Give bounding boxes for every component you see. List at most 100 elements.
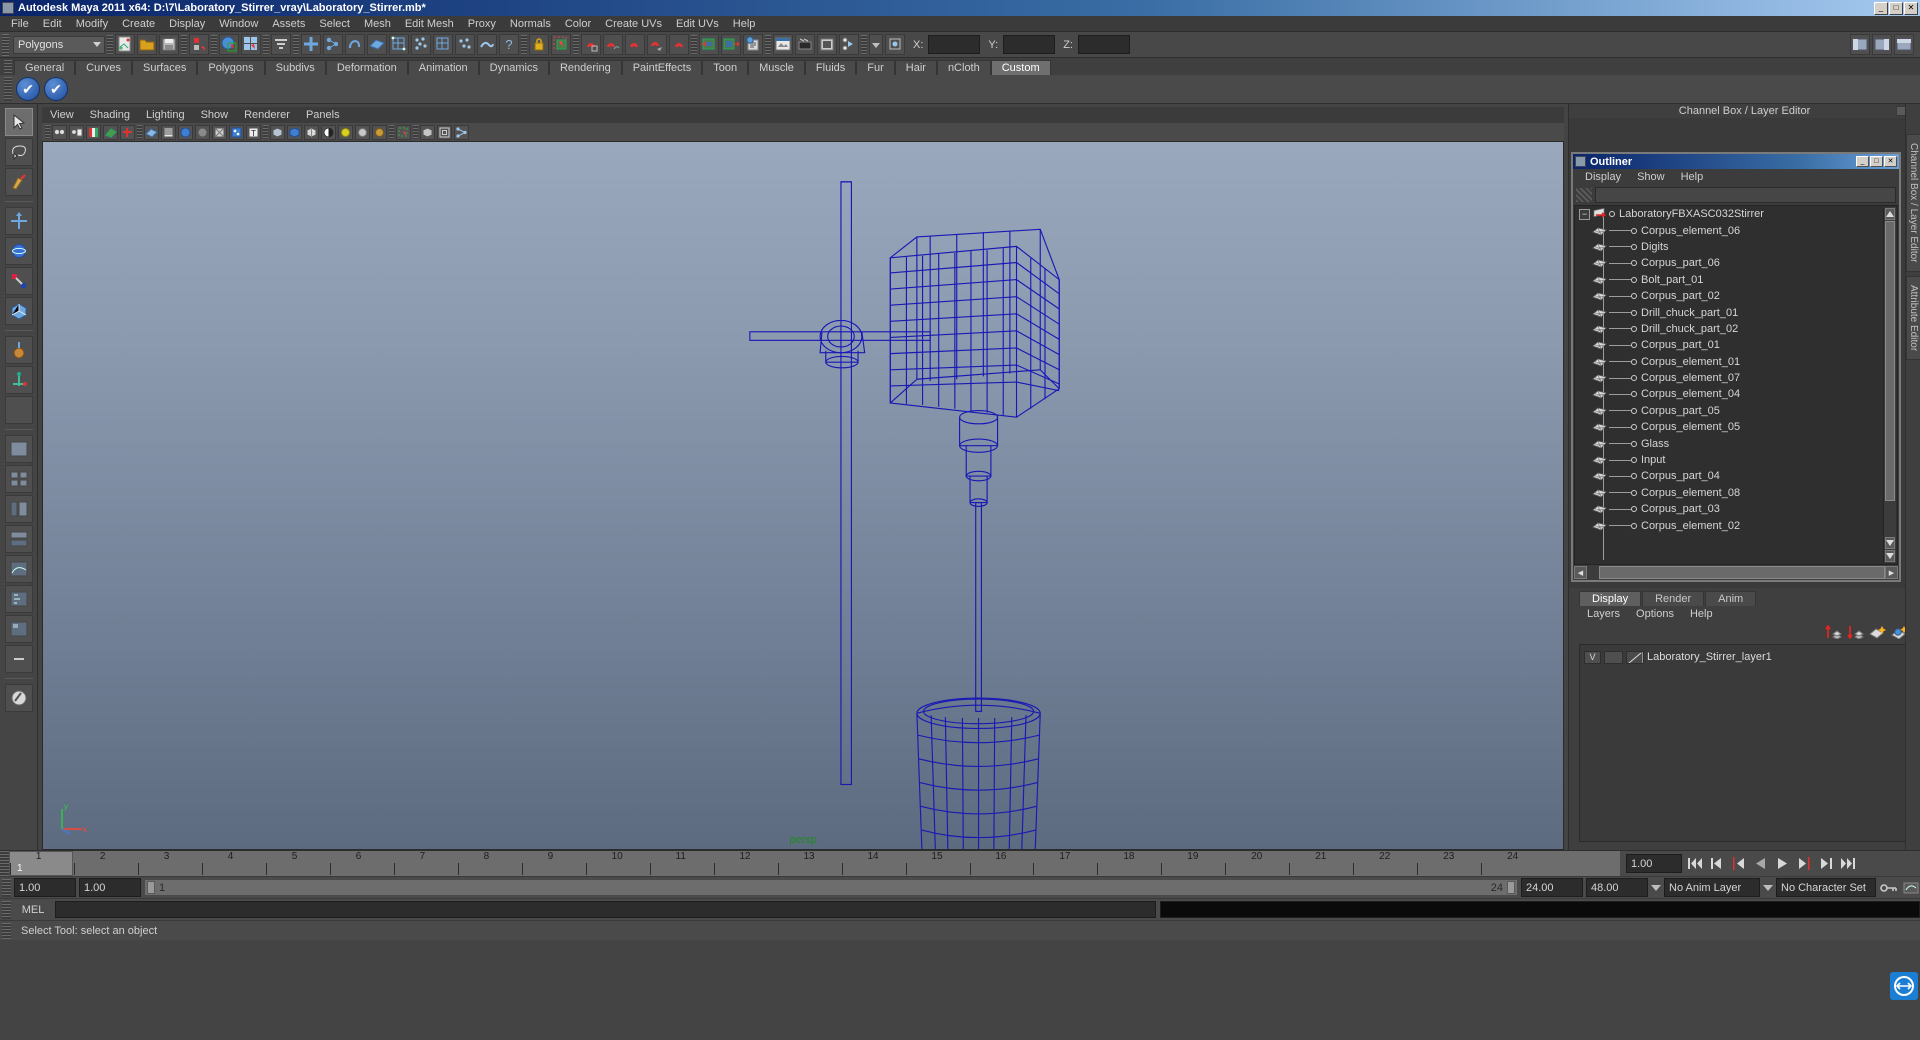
outliner-root-item[interactable]: − LaboratoryFBXASC032Stirrer [1575, 206, 1897, 222]
outliner-item[interactable]: Drill_chuck_part_02 [1575, 321, 1897, 337]
help-line-grip[interactable] [2, 922, 11, 939]
outliner-item[interactable]: Corpus_element_04 [1575, 386, 1897, 402]
teamviewer-icon[interactable] [1890, 972, 1918, 1000]
range-left-handle[interactable] [147, 881, 155, 894]
soft-modification-tool-icon[interactable] [4, 336, 33, 364]
play-forwards-button[interactable] [1773, 854, 1792, 873]
show-hide-attribute-editor-icon[interactable] [1872, 34, 1892, 55]
save-scene-icon[interactable] [159, 34, 179, 55]
shelf-tab-polygons[interactable]: Polygons [197, 60, 265, 75]
range-start-field[interactable]: 1.00 [79, 878, 141, 897]
shelf-tab-dynamics[interactable]: Dynamics [478, 60, 549, 75]
xray-active-components-icon[interactable] [304, 124, 319, 140]
snap-to-curve-icon[interactable] [603, 34, 623, 55]
shelf-tab-animation[interactable]: Animation [407, 60, 479, 75]
shelf-tab-curves[interactable]: Curves [75, 60, 132, 75]
select-tool-icon[interactable] [4, 108, 33, 136]
z-field[interactable] [1077, 35, 1130, 54]
xray-joints-icon[interactable] [287, 124, 302, 140]
outliner-vertical-scrollbar[interactable] [1883, 207, 1896, 563]
shelf-tab-painteffects[interactable]: PaintEffects [621, 60, 703, 75]
layer-list[interactable]: V Laboratory_Stirrer_layer1 [1579, 644, 1912, 842]
hscroll-left-arrow-icon[interactable]: ◀ [1574, 566, 1587, 579]
play-backwards-button[interactable] [1751, 854, 1770, 873]
layer-menu-help[interactable]: Help [1682, 608, 1721, 620]
animation-preferences-icon[interactable] [1901, 878, 1920, 897]
step-forward-key-button[interactable] [1817, 854, 1836, 873]
layout-persp-graph-icon[interactable] [4, 555, 33, 583]
last-tool-used-icon[interactable] [4, 396, 33, 424]
shelf-button-vray-2[interactable]: ✔ [44, 77, 68, 101]
select-surface-icon[interactable] [367, 34, 387, 55]
minimize-button[interactable]: _ [1874, 1, 1888, 15]
open-scene-icon[interactable] [137, 34, 157, 55]
anim-layer-field[interactable]: No Anim Layer [1664, 878, 1760, 897]
viewport-menu-view[interactable]: View [42, 108, 82, 122]
step-back-frame-button[interactable] [1729, 854, 1748, 873]
viewport-menu-renderer[interactable]: Renderer [236, 108, 298, 122]
outliner-item[interactable]: Corpus_element_02 [1575, 517, 1897, 533]
shelf-tab-muscle[interactable]: Muscle [748, 60, 805, 75]
outliner-item[interactable]: Corpus_part_02 [1575, 288, 1897, 304]
shelf-tab-ncloth[interactable]: nCloth [936, 60, 991, 75]
lighting-default-icon[interactable] [338, 124, 353, 140]
select-by-hierarchy-icon[interactable] [219, 34, 239, 55]
paint-selection-tool-icon[interactable] [4, 168, 33, 196]
scale-tool-icon[interactable] [4, 267, 33, 295]
outliner-minimize-button[interactable]: _ [1856, 156, 1869, 167]
outliner-hscroll-thumb[interactable] [1599, 566, 1885, 579]
lighting-all-icon[interactable] [355, 124, 370, 140]
outliner-item[interactable]: Corpus_element_01 [1575, 354, 1897, 370]
hypershade-icon[interactable] [839, 34, 859, 55]
shelf-tab-fluids[interactable]: Fluids [804, 60, 857, 75]
anim-start-field[interactable]: 1.00 [14, 878, 76, 897]
window-controls[interactable]: _ □ ✕ [1874, 1, 1918, 15]
shade-options-icon[interactable] [212, 124, 227, 140]
smooth-shade-all-icon[interactable] [161, 124, 176, 140]
shelf-tab-surfaces[interactable]: Surfaces [131, 60, 198, 75]
anim-end-field[interactable]: 48.00 [1586, 878, 1648, 897]
select-fluid-icon[interactable] [477, 34, 497, 55]
shadows-icon[interactable] [372, 124, 387, 140]
show-manipulator-tool-icon[interactable] [4, 366, 33, 394]
select-by-object-type-icon[interactable] [241, 34, 261, 55]
wireframe-shading-icon[interactable] [144, 124, 159, 140]
menu-display[interactable]: Display [162, 17, 212, 31]
outliner-item[interactable]: Corpus_part_04 [1575, 468, 1897, 484]
outliner-item[interactable]: Drill_chuck_part_01 [1575, 304, 1897, 320]
shelf-tab-toon[interactable]: Toon [702, 60, 749, 75]
layer-visibility-toggle[interactable]: V [1584, 650, 1601, 664]
outliner-item[interactable]: Corpus_element_08 [1575, 485, 1897, 501]
shelf-tab-custom[interactable]: Custom [990, 60, 1051, 75]
camera-attributes-icon[interactable] [69, 124, 84, 140]
scroll-up-arrow-icon[interactable] [1885, 208, 1895, 220]
range-end-field[interactable]: 24.00 [1521, 878, 1583, 897]
two-d-pan-zoom-icon[interactable] [120, 124, 135, 140]
shelf-tab-grip[interactable] [4, 60, 12, 75]
shelf-tab-general[interactable]: General [14, 60, 76, 75]
range-right-handle[interactable] [1507, 881, 1515, 894]
auto-key-icon[interactable] [1879, 878, 1898, 897]
layer-tab-anim[interactable]: Anim [1705, 591, 1757, 606]
input-connections-icon[interactable] [699, 34, 719, 55]
menu-edit[interactable]: Edit [36, 17, 69, 31]
viewport-menu-panels[interactable]: Panels [298, 108, 348, 122]
xray-display-icon[interactable] [270, 124, 285, 140]
snap-to-point-icon[interactable] [625, 34, 645, 55]
right-tab-channel-box-layer-editor[interactable]: Channel Box / Layer Editor [1906, 134, 1920, 272]
render-view-icon[interactable] [773, 34, 793, 55]
menu-window[interactable]: Window [212, 17, 265, 31]
layout-hypershade-persp-icon[interactable] [4, 525, 33, 553]
select-by-component-icon[interactable] [271, 34, 291, 55]
scroll-down-arrow-icon[interactable] [1885, 537, 1895, 549]
time-slider-ticks[interactable]: 1 1 2 3 4 5 6 7 8 9 10 11 12 13 14 15 16 17 18 19 20 21 22 23 2… [9, 851, 1620, 876]
snap-to-grid-icon[interactable] [581, 34, 601, 55]
display-bounding-box-icon[interactable] [420, 124, 435, 140]
hardware-texturing-icon[interactable] [229, 124, 244, 140]
snap-selection-icon[interactable] [551, 34, 571, 55]
show-hide-modeling-toolkit-icon[interactable] [1850, 34, 1870, 55]
undo-icon[interactable] [189, 34, 209, 55]
outliner-horizontal-scrollbar[interactable]: ◀ ▶ [1574, 566, 1898, 579]
layout-outliner-persp-icon[interactable] [4, 495, 33, 523]
render-sequence-icon[interactable] [795, 34, 815, 55]
